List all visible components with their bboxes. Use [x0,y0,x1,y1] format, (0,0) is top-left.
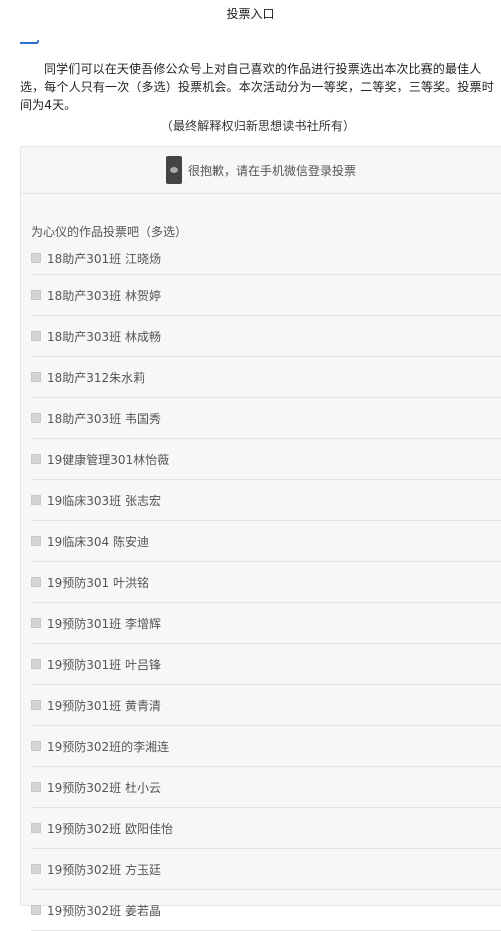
vote-option-label: 18助产303班 韦国秀 [47,411,161,426]
vote-option-label: 19预防301班 李增辉 [47,616,161,631]
vote-checkbox[interactable] [31,536,41,546]
vote-option-label: 18助产301班 江晓炀 [47,251,161,266]
vote-option[interactable]: 19预防302班的李湘连 [31,726,501,767]
vote-checkbox[interactable] [31,454,41,464]
vote-panel: 很抱歉，请在手机微信登录投票 为心仪的作品投票吧（多选） 18助产301班 江晓… [20,146,501,931]
vote-option[interactable]: 19预防301班 李增辉 [31,603,501,644]
vote-heading: 为心仪的作品投票吧（多选） [31,225,188,239]
vote-option-label: 19健康管理301林怡薇 [47,452,170,467]
vote-option[interactable]: 19健康管理301林怡薇 [31,439,501,480]
vote-checkbox[interactable] [31,331,41,341]
vote-checkbox[interactable] [31,659,41,669]
vote-checkbox[interactable] [31,618,41,628]
vote-option[interactable]: 18助产303班 韦国秀 [31,398,501,439]
wechat-login-notice: 很抱歉，请在手机微信登录投票 [21,147,501,194]
vote-option-label: 19预防302班 姜若晶 [47,903,161,918]
vote-checkbox[interactable] [31,290,41,300]
vote-option[interactable]: 19预防302班 姜若晶 [31,890,501,931]
vote-option[interactable]: 19预防301班 黄青清 [31,685,501,726]
vote-checkbox[interactable] [31,782,41,792]
vote-option-label: 19预防301班 叶吕锋 [47,657,161,672]
vote-checkbox[interactable] [31,253,41,263]
notice-text: 很抱歉，请在手机微信登录投票 [187,163,356,178]
vote-option[interactable]: 18助产301班 江晓炀 [31,242,501,275]
title-accent-mark [20,40,39,44]
vote-checkbox[interactable] [31,495,41,505]
vote-checkbox[interactable] [31,905,41,915]
vote-option[interactable]: 19临床303班 张志宏 [31,480,501,521]
page-title: 投票入口 [226,7,275,21]
vote-checkbox[interactable] [31,413,41,423]
vote-checkbox[interactable] [31,577,41,587]
vote-option-label: 19预防302班 杜小云 [47,780,161,795]
vote-option-label: 19预防302班的李湘连 [47,739,170,754]
vote-option-label: 19预防302班 欧阳佳怡 [47,821,173,836]
rights-note: （最终解释权归新思想读书社所有） [160,119,356,133]
vote-checkbox[interactable] [31,741,41,751]
vote-option[interactable]: 19临床304 陈安迪 [31,521,501,562]
intro-block: 同学们可以在天使吾修公众号上对自己喜欢的作品进行投票选出本次比赛的最佳人选，每个… [20,60,496,135]
vote-option-label: 19预防301班 黄青清 [47,698,161,713]
vote-checkbox[interactable] [31,823,41,833]
vote-option[interactable]: 18助产303班 林成畅 [31,316,501,357]
vote-option-label: 18助产312朱水莉 [47,370,146,385]
vote-option-label: 18助产303班 林成畅 [47,329,161,344]
vote-checkbox[interactable] [31,372,41,382]
vote-option[interactable]: 18助产312朱水莉 [31,357,501,398]
vote-option[interactable]: 19预防301 叶洪铭 [31,562,501,603]
vote-option[interactable]: 19预防302班 欧阳佳怡 [31,808,501,849]
vote-option-label: 19预防302班 方玉廷 [47,862,161,877]
vote-option[interactable]: 19预防301班 叶吕锋 [31,644,501,685]
vote-checkbox[interactable] [31,864,41,874]
wechat-icon [165,156,182,184]
vote-option-label: 19临床303班 张志宏 [47,493,161,508]
vote-option-label: 19临床304 陈安迪 [47,534,149,549]
vote-option-label: 18助产303班 林贺婷 [47,288,161,303]
intro-text: 同学们可以在天使吾修公众号上对自己喜欢的作品进行投票选出本次比赛的最佳人选，每个… [20,62,494,112]
vote-checkbox[interactable] [31,700,41,710]
vote-option[interactable]: 19预防302班 杜小云 [31,767,501,808]
vote-option[interactable]: 19预防302班 方玉廷 [31,849,501,890]
vote-options-list: 18助产301班 江晓炀 18助产303班 林贺婷 18助产303班 林成畅 18助产… [21,242,501,931]
vote-option[interactable]: 18助产303班 林贺婷 [31,275,501,316]
vote-option-label: 19预防301 叶洪铭 [47,575,149,590]
